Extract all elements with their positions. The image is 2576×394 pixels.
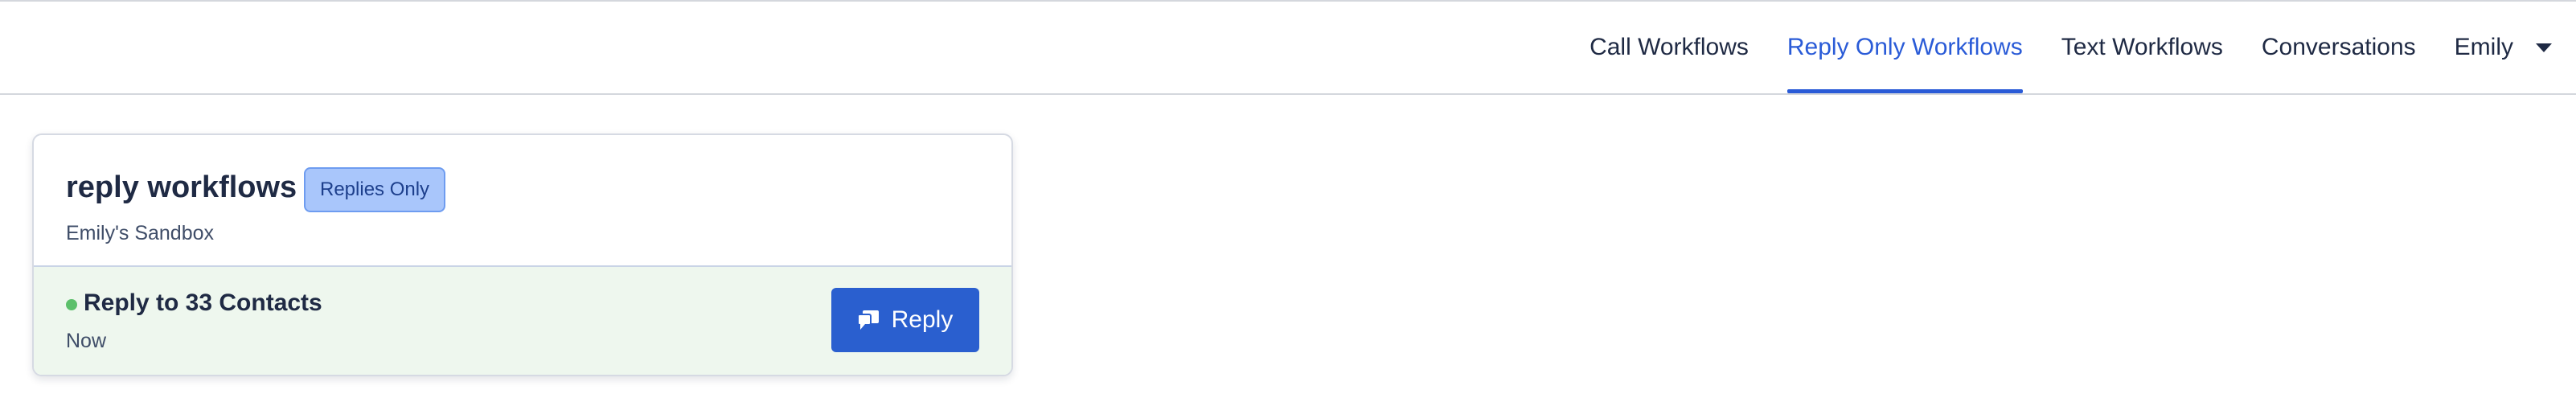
chat-bubbles-icon: [857, 310, 879, 330]
workflow-title: reply workflows: [66, 170, 297, 204]
workflow-card-footer: Reply to 33 Contacts Now Reply: [34, 267, 1011, 375]
replies-only-badge: Replies Only: [304, 167, 446, 212]
reply-button-label: Reply: [891, 306, 954, 333]
user-menu[interactable]: Emily: [2455, 2, 2552, 93]
reply-contacts-label: Reply to 33 Contacts: [84, 289, 322, 316]
user-name: Emily: [2454, 34, 2513, 60]
nav-conversations[interactable]: Conversations: [2262, 2, 2416, 93]
workflow-subtitle: Emily's Sandbox: [66, 222, 215, 244]
main-nav: Call Workflows Reply Only Workflows Text…: [1551, 2, 2576, 93]
status-dot: [66, 299, 77, 310]
chevron-down-icon: [2536, 43, 2552, 52]
nav-text-workflows[interactable]: Text Workflows: [2061, 2, 2223, 93]
workflow-card: reply workflows Replies Only Emily's San…: [32, 133, 1013, 376]
nav-call-workflows[interactable]: Call Workflows: [1589, 2, 1749, 93]
nav-reply-only-workflows[interactable]: Reply Only Workflows: [1786, 2, 2023, 93]
workflow-card-header: reply workflows Replies Only Emily's San…: [34, 135, 1011, 267]
reply-time: Now: [66, 330, 107, 352]
reply-button[interactable]: Reply: [831, 288, 979, 352]
top-navigation-bar: Call Workflows Reply Only Workflows Text…: [0, 0, 2576, 95]
